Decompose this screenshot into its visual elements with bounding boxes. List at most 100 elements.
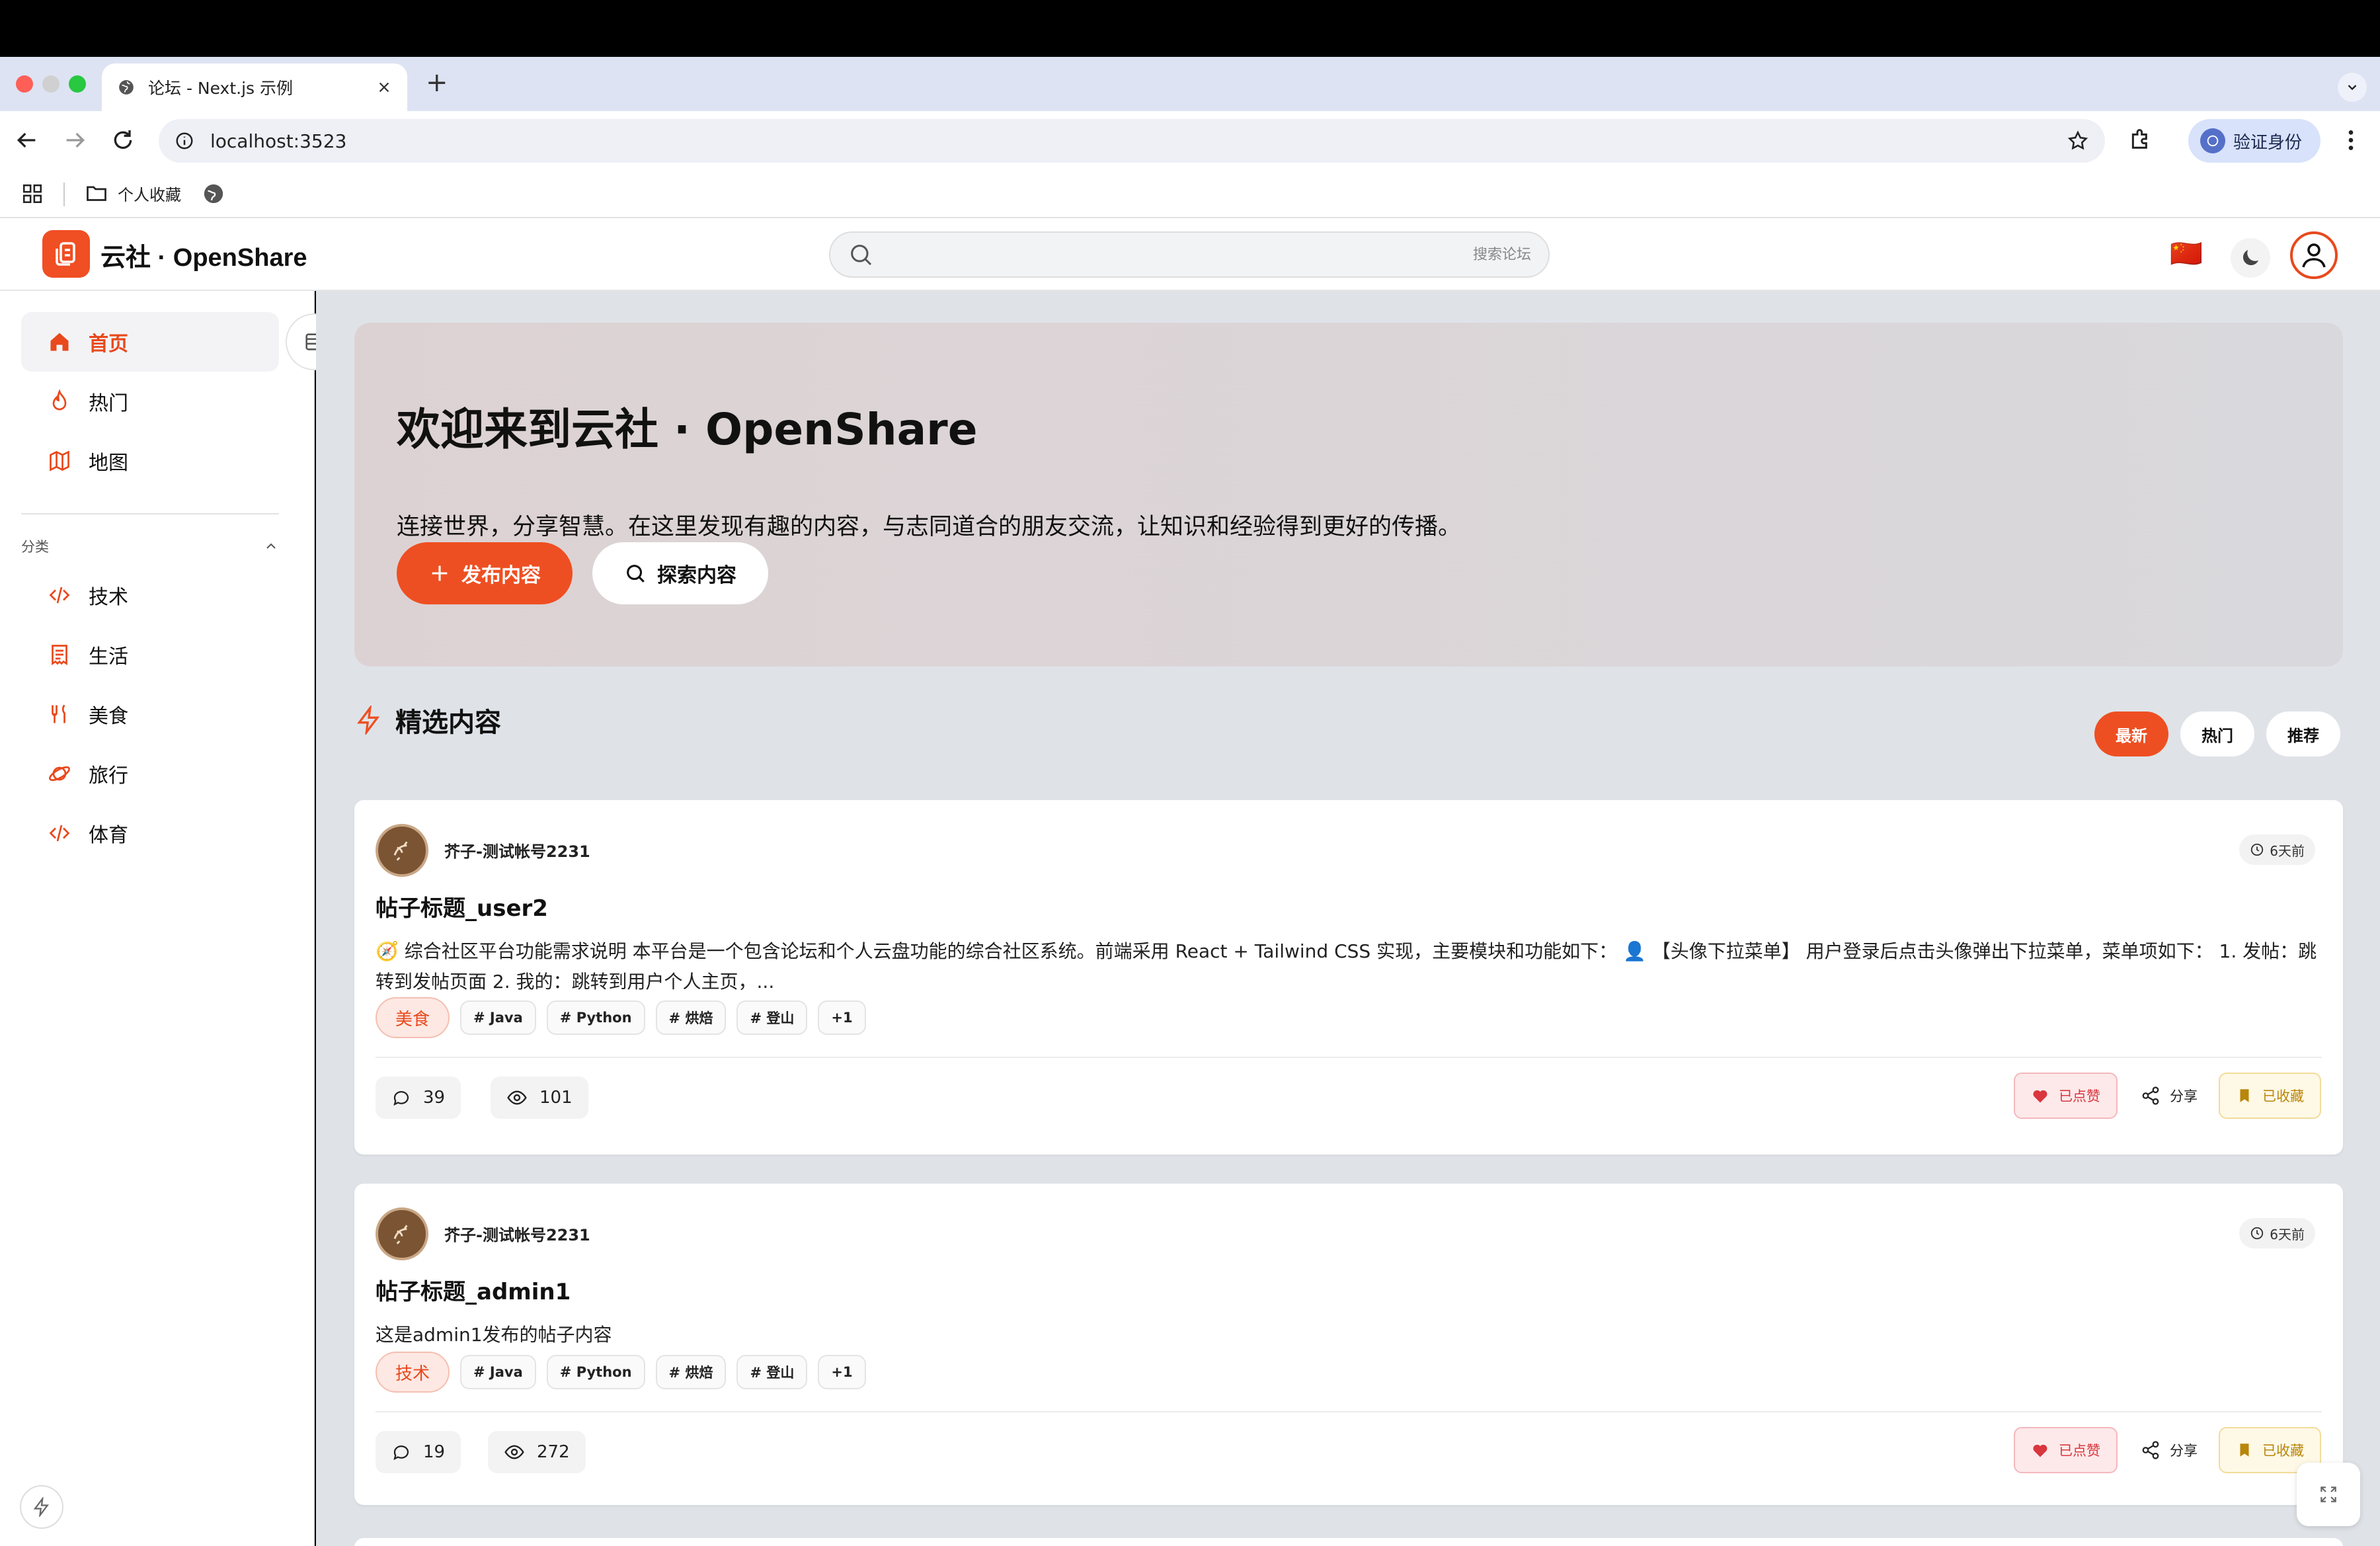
- author-avatar[interactable]: [376, 824, 428, 877]
- post-time-text: 6天前: [2270, 842, 2305, 859]
- share-button[interactable]: 分享: [2133, 1427, 2205, 1473]
- tab-search-chevron-icon[interactable]: [2338, 73, 2367, 102]
- comment-count-button[interactable]: 19: [376, 1431, 461, 1473]
- view-count-text: 101: [539, 1088, 573, 1108]
- sidebar: 首页 热门 地图 分类 技术 生活 美食 旅行 体育: [0, 291, 342, 1546]
- lightning-icon: [354, 706, 383, 735]
- eye-icon: [504, 1442, 525, 1463]
- sort-hot-button[interactable]: 热门: [2180, 712, 2254, 756]
- globe-icon: [118, 79, 135, 96]
- like-button[interactable]: 已点赞: [2014, 1427, 2118, 1473]
- expand-icon[interactable]: [2297, 1463, 2360, 1526]
- category-badge[interactable]: 美食: [376, 997, 450, 1038]
- more-tags-chip[interactable]: +1: [818, 1000, 866, 1035]
- bookmark-icon: [2236, 1442, 2253, 1459]
- bookmark-folder[interactable]: 个人收藏: [85, 181, 181, 205]
- lightning-icon[interactable]: [20, 1485, 63, 1529]
- browser-tab[interactable]: 论坛 - Next.js 示例: [102, 63, 407, 111]
- chevron-up-icon[interactable]: [263, 538, 279, 554]
- user-avatar-button[interactable]: [2290, 231, 2338, 279]
- sidebar-category-life[interactable]: 生活: [21, 628, 279, 681]
- post-excerpt: 这是admin1发布的帖子内容: [376, 1324, 612, 1346]
- site-info-icon[interactable]: [175, 131, 194, 151]
- close-window-button[interactable]: [16, 75, 33, 93]
- post-title[interactable]: 帖子标题_user2: [376, 890, 548, 922]
- more-tags-chip[interactable]: +1: [818, 1355, 866, 1389]
- reload-icon[interactable]: [110, 127, 136, 153]
- language-flag-button[interactable]: 🇨🇳: [2170, 238, 2203, 270]
- dark-mode-moon-icon[interactable]: [2231, 238, 2270, 278]
- sidebar-category-travel[interactable]: 旅行: [21, 747, 279, 800]
- back-arrow-icon[interactable]: [13, 127, 40, 153]
- share-button[interactable]: 分享: [2133, 1073, 2205, 1119]
- bookmark-folder-label: 个人收藏: [118, 185, 181, 204]
- planet-icon: [48, 762, 71, 786]
- profile-badge-icon: [2200, 128, 2225, 153]
- search-bar[interactable]: [829, 231, 1550, 278]
- tag-chip[interactable]: # Java: [460, 1000, 536, 1035]
- author-avatar[interactable]: [376, 1207, 428, 1260]
- star-bookmark-icon[interactable]: [2067, 130, 2089, 152]
- view-count: 101: [491, 1077, 588, 1119]
- author-name[interactable]: 芥子-测试帐号2231: [444, 838, 590, 862]
- map-icon: [48, 449, 71, 473]
- plus-icon: [428, 562, 451, 585]
- explore-button[interactable]: 探索内容: [592, 542, 768, 604]
- brand-name[interactable]: 云社 · OpenShare: [100, 237, 307, 273]
- verify-identity-button[interactable]: 验证身份: [2188, 119, 2320, 163]
- post-time-text: 6天前: [2270, 1226, 2305, 1242]
- featured-title: 精选内容: [395, 708, 501, 738]
- utensils-icon: [48, 702, 71, 726]
- extensions-puzzle-icon[interactable]: [2127, 126, 2154, 152]
- bookmark-button[interactable]: 已收藏: [2219, 1073, 2321, 1119]
- author-name[interactable]: 芥子-测试帐号2231: [444, 1222, 590, 1245]
- tag-chip[interactable]: # 登山: [736, 1000, 808, 1035]
- sidebar-category-tech[interactable]: 技术: [21, 569, 279, 622]
- tag-chip[interactable]: # 登山: [736, 1355, 808, 1389]
- code-icon: [48, 583, 71, 607]
- like-button[interactable]: 已点赞: [2014, 1073, 2118, 1119]
- tag-chip[interactable]: # Python: [546, 1000, 645, 1035]
- close-tab-icon[interactable]: [377, 80, 391, 95]
- sidebar-item-home[interactable]: 首页: [21, 312, 279, 372]
- apps-grid-icon[interactable]: [21, 183, 44, 205]
- share-label: 分享: [2170, 1088, 2198, 1104]
- post-card[interactable]: 芥子-测试帐号2231 6天前 帖子标题_user2 🧭 综合社区平台功能需求说…: [354, 800, 2343, 1155]
- bookmark-label: 已收藏: [2262, 1443, 2304, 1459]
- sidebar-item-label: 热门: [89, 392, 128, 415]
- minimize-window-button[interactable]: [42, 75, 60, 93]
- forward-arrow-icon[interactable]: [62, 127, 89, 153]
- tag-chip[interactable]: # 烘焙: [655, 1000, 727, 1035]
- sort-recommended-button[interactable]: 推荐: [2266, 712, 2340, 756]
- share-icon: [2141, 1086, 2161, 1106]
- new-tab-button[interactable]: +: [426, 67, 448, 98]
- tag-chip[interactable]: # Python: [546, 1355, 645, 1389]
- logo-icon[interactable]: [42, 230, 90, 278]
- app-header: 云社 · OpenShare 🇨🇳: [0, 218, 2380, 291]
- sort-latest-button[interactable]: 最新: [2094, 712, 2168, 756]
- maximize-window-button[interactable]: [69, 75, 86, 93]
- address-bar[interactable]: localhost:3523: [159, 119, 2105, 163]
- post-card[interactable]: 芥子-测试帐号2231 6天前 帖子标题_admin1 这是admin1发布的帖…: [354, 1184, 2343, 1505]
- view-count-text: 272: [537, 1442, 570, 1462]
- category-section-header[interactable]: 分类: [21, 533, 279, 559]
- search-input[interactable]: [874, 246, 1531, 263]
- share-label: 分享: [2170, 1443, 2198, 1459]
- category-label: 美食: [89, 705, 128, 728]
- more-menu-icon[interactable]: [2338, 127, 2364, 153]
- sidebar-item-hot[interactable]: 热门: [21, 372, 279, 431]
- post-title[interactable]: 帖子标题_admin1: [376, 1274, 571, 1306]
- like-label: 已点赞: [2059, 1443, 2100, 1459]
- sidebar-category-food[interactable]: 美食: [21, 688, 279, 741]
- sidebar-item-map[interactable]: 地图: [21, 431, 279, 491]
- category-badge[interactable]: 技术: [376, 1352, 450, 1393]
- post-card-partial: [354, 1538, 2343, 1546]
- tag-chip[interactable]: # 烘焙: [655, 1355, 727, 1389]
- tag-chip[interactable]: # Java: [460, 1355, 536, 1389]
- comment-count: 19: [423, 1442, 446, 1462]
- flame-icon: [48, 389, 71, 413]
- sidebar-category-sports[interactable]: 体育: [21, 807, 279, 860]
- globe-bookmark-icon[interactable]: [202, 183, 225, 205]
- comment-count-button[interactable]: 39: [376, 1077, 461, 1119]
- publish-button[interactable]: 发布内容: [397, 542, 573, 604]
